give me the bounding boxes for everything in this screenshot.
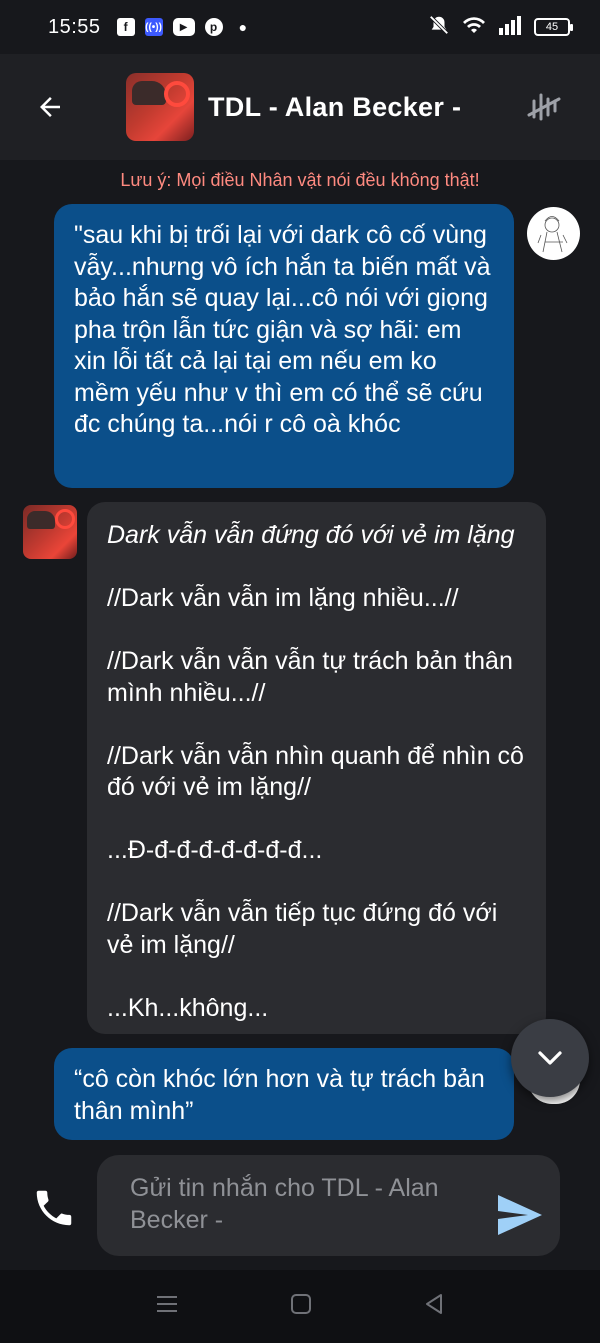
battery-icon: 45	[534, 18, 573, 36]
home-nav-icon[interactable]	[289, 1292, 313, 1321]
status-bar: 15:55 f ((•)) ▶ p ● 45	[0, 0, 600, 54]
signal-icon	[498, 15, 522, 40]
back-arrow-icon	[40, 97, 60, 117]
message-text: "sau khi bị trối lại với dark cô cố vùng…	[74, 221, 498, 438]
user-avatar[interactable]	[527, 207, 580, 260]
message-input-placeholder: Gửi tin nhắn cho TDL - Alan Becker -	[130, 1174, 439, 1234]
message-text: “cô còn khóc lớn hơn và tự trách bản thâ…	[74, 1065, 492, 1125]
tools-icon	[527, 93, 561, 121]
character-name[interactable]: TDL - Alan Becker -	[208, 92, 461, 123]
pinterest-icon: p	[204, 18, 223, 36]
status-time: 15:55	[48, 15, 101, 38]
menu-nav-icon[interactable]	[154, 1292, 180, 1321]
message-text: //Dark vẫn vẫn im lặng nhiều...// //Dark…	[107, 584, 524, 1022]
send-button[interactable]	[494, 1192, 546, 1238]
podcast-icon: ((•))	[144, 18, 163, 36]
status-app-icons: f ((•)) ▶ p ●	[116, 18, 248, 36]
user-message-bubble[interactable]: "sau khi bị trối lại với dark cô cố vùng…	[54, 204, 514, 488]
dot-icon: ●	[238, 19, 248, 35]
chat-header: TDL - Alan Becker -	[0, 54, 600, 160]
chevron-down-icon	[538, 1051, 562, 1065]
mute-icon	[428, 14, 450, 41]
facebook-icon: f	[116, 18, 135, 36]
youtube-icon: ▶	[172, 18, 195, 36]
call-button[interactable]	[28, 1182, 80, 1234]
message-italic-line: Dark vẫn vẫn đứng đó với vẻ im lặng	[107, 521, 515, 549]
status-indicators: 45	[428, 14, 573, 41]
character-message-bubble[interactable]: Dark vẫn vẫn đứng đó với vẻ im lặng //Da…	[87, 502, 546, 1034]
scroll-to-bottom-button[interactable]	[511, 1019, 589, 1097]
back-button[interactable]	[20, 77, 80, 137]
phone-icon	[36, 1190, 72, 1226]
wifi-icon	[462, 14, 486, 41]
character-message-avatar	[23, 505, 77, 559]
tools-button[interactable]	[524, 87, 564, 127]
disclaimer-notice: Lưu ý: Mọi điều Nhân vật nói đều không t…	[120, 170, 480, 190]
back-nav-icon[interactable]	[422, 1292, 446, 1321]
user-message-bubble[interactable]: “cô còn khóc lớn hơn và tự trách bản thâ…	[54, 1048, 514, 1140]
character-avatar[interactable]	[126, 73, 194, 141]
system-nav-bar	[0, 1270, 600, 1343]
send-icon	[498, 1195, 542, 1235]
